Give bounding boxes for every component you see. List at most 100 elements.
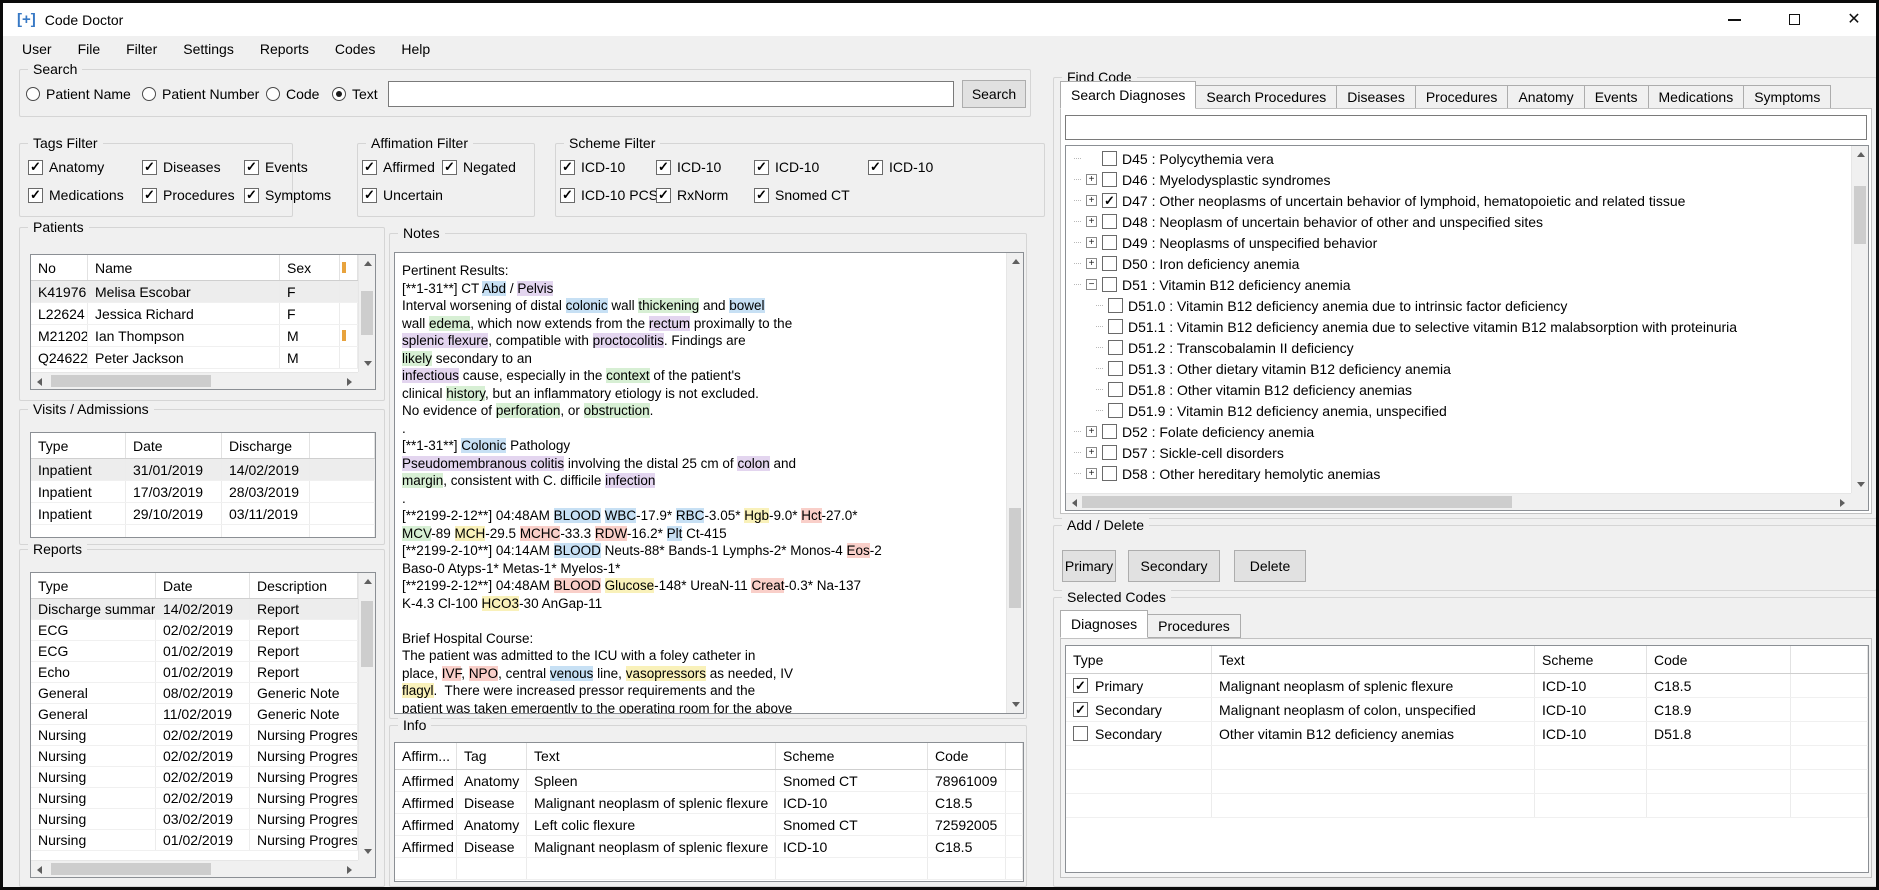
tree-node-d46[interactable]: +D46 : Myelodysplastic syndromes: [1074, 169, 1331, 190]
find-code-tab-diseases[interactable]: Diseases: [1337, 85, 1416, 109]
tree-checkbox[interactable]: [1102, 214, 1117, 229]
expand-icon[interactable]: +: [1086, 195, 1097, 206]
scroll-left-icon[interactable]: [31, 861, 48, 878]
reports-column-header-date[interactable]: Date: [156, 573, 250, 598]
scroll-up-icon[interactable]: [359, 573, 376, 590]
visits-column-header-discharge[interactable]: Discharge: [222, 433, 310, 458]
checkbox-icd-10-3[interactable]: ICD-10: [868, 159, 933, 175]
scroll-right-icon[interactable]: [341, 861, 358, 878]
patients-row[interactable]: L22624Jessica RichardF: [31, 303, 375, 325]
visits-row[interactable]: Inpatient31/01/201914/02/2019: [31, 459, 375, 481]
reports-row[interactable]: ECG02/02/2019Report: [31, 620, 375, 641]
scrollbar-thumb[interactable]: [1854, 186, 1866, 244]
scrollbar-thumb[interactable]: [51, 375, 211, 387]
menu-item-filter[interactable]: Filter: [113, 37, 170, 61]
horizontal-scrollbar[interactable]: [31, 372, 358, 389]
maximize-button[interactable]: [1786, 12, 1802, 28]
patients-column-header-no[interactable]: No: [31, 255, 88, 280]
checkbox-procedures-4[interactable]: Procedures: [142, 187, 235, 203]
menu-item-help[interactable]: Help: [388, 37, 443, 61]
selected-codes-tab-procedures[interactable]: Procedures: [1148, 614, 1241, 638]
selected-codes-column-header-text[interactable]: Text: [1212, 646, 1535, 673]
collapse-icon[interactable]: −: [1086, 279, 1097, 290]
tree-checkbox[interactable]: [1102, 172, 1117, 187]
scroll-up-icon[interactable]: [359, 255, 376, 272]
checkbox-icd-10-1[interactable]: ICD-10: [656, 159, 721, 175]
notes-textbox[interactable]: Pertinent Results:[**1-31**] CT Abd / Pe…: [394, 252, 1024, 714]
button-primary[interactable]: Primary: [1062, 550, 1116, 582]
reports-row[interactable]: Discharge summary14/02/2019Report: [31, 599, 375, 620]
reports-row[interactable]: Echo01/02/2019Report: [31, 662, 375, 683]
reports-column-header-description[interactable]: Description: [250, 573, 358, 598]
expand-icon[interactable]: +: [1086, 174, 1097, 185]
tree-node-d50[interactable]: +D50 : Iron deficiency anemia: [1074, 253, 1299, 274]
row-checkbox[interactable]: [1073, 726, 1088, 741]
tree-node-d51-1[interactable]: D51.1 : Vitamin B12 deficiency anemia du…: [1096, 316, 1737, 337]
reports-row[interactable]: General11/02/2019Generic Note: [31, 704, 375, 725]
button-delete[interactable]: Delete: [1234, 550, 1306, 582]
info-row[interactable]: AffirmedAnatomyLeft colic flexureSnomed …: [395, 814, 1023, 836]
scroll-down-icon[interactable]: [1007, 696, 1024, 713]
info-column-header-scheme[interactable]: Scheme: [776, 743, 928, 769]
tree-checkbox[interactable]: [1108, 298, 1123, 313]
radio-patient-number[interactable]: Patient Number: [142, 86, 259, 102]
vertical-scrollbar[interactable]: [358, 573, 375, 860]
scrollbar-thumb[interactable]: [1009, 508, 1021, 608]
tree-node-d58[interactable]: +D58 : Other hereditary hemolytic anemia…: [1074, 463, 1380, 484]
find-code-tab-procedures[interactable]: Procedures: [1416, 85, 1509, 109]
selected-codes-tab-diagnoses[interactable]: Diagnoses: [1060, 610, 1148, 638]
checkbox-snomed-ct-6[interactable]: Snomed CT: [754, 187, 850, 203]
menu-item-user[interactable]: User: [9, 37, 65, 61]
expand-icon[interactable]: +: [1086, 468, 1097, 479]
scroll-right-icon[interactable]: [1834, 494, 1851, 511]
selected-codes-row[interactable]: SecondaryMalignant neoplasm of colon, un…: [1066, 698, 1868, 722]
info-row[interactable]: AffirmedDiseaseMalignant neoplasm of spl…: [395, 836, 1023, 858]
info-column-header-code[interactable]: Code: [928, 743, 1006, 769]
find-code-tab-anatomy[interactable]: Anatomy: [1508, 85, 1584, 109]
patients-row[interactable]: K41976Melisa EscobarF: [31, 281, 375, 303]
checkbox-diseases-1[interactable]: Diseases: [142, 159, 221, 175]
tree-node-d52[interactable]: +D52 : Folate deficiency anemia: [1074, 421, 1314, 442]
visits-row[interactable]: Inpatient17/03/201928/03/2019: [31, 481, 375, 503]
visits-column-header-date[interactable]: Date: [126, 433, 222, 458]
search-input[interactable]: [388, 81, 954, 107]
tree-checkbox[interactable]: [1108, 361, 1123, 376]
radio-text[interactable]: Text: [332, 86, 378, 102]
expand-icon[interactable]: +: [1086, 216, 1097, 227]
scrollbar-thumb[interactable]: [1082, 496, 1512, 508]
checkbox-anatomy-0[interactable]: Anatomy: [28, 159, 104, 175]
checkbox-medications-3[interactable]: Medications: [28, 187, 124, 203]
tree-checkbox[interactable]: [1102, 235, 1117, 250]
checkbox-icd-10-2[interactable]: ICD-10: [754, 159, 819, 175]
reports-row[interactable]: Nursing02/02/2019Nursing Progress: [31, 746, 375, 767]
search-button[interactable]: Search: [962, 80, 1026, 108]
scroll-left-icon[interactable]: [1066, 494, 1083, 511]
scrollbar-thumb[interactable]: [361, 291, 373, 335]
selected-codes-column-header-code[interactable]: Code: [1647, 646, 1791, 673]
tree-node-d49[interactable]: +D49 : Neoplasms of unspecified behavior: [1074, 232, 1377, 253]
info-column-header-affirm[interactable]: Affirm...: [395, 743, 457, 769]
visits-column-header-type[interactable]: Type: [31, 433, 126, 458]
patients-row[interactable]: Q24622Peter JacksonM: [31, 347, 375, 369]
patients-column-header-name[interactable]: Name: [88, 255, 280, 280]
expand-icon[interactable]: +: [1086, 237, 1097, 248]
find-code-tab-search-procedures[interactable]: Search Procedures: [1196, 85, 1337, 109]
reports-row[interactable]: Nursing01/02/2019Nursing Progress: [31, 830, 375, 851]
info-row[interactable]: AffirmedDiseaseMalignant neoplasm of spl…: [395, 792, 1023, 814]
menu-item-settings[interactable]: Settings: [170, 37, 247, 61]
tree-node-d45[interactable]: D45 : Polycythemia vera: [1074, 148, 1274, 169]
horizontal-scrollbar[interactable]: [1066, 493, 1851, 510]
reports-row[interactable]: Nursing02/02/2019Nursing Progress: [31, 725, 375, 746]
info-column-header-tag[interactable]: Tag: [457, 743, 527, 769]
radio-patient-name[interactable]: Patient Name: [26, 86, 131, 102]
tree-node-d48[interactable]: +D48 : Neoplasm of uncertain behavior of…: [1074, 211, 1543, 232]
expand-icon[interactable]: +: [1086, 447, 1097, 458]
checkbox-icd-10-pcs-4[interactable]: ICD-10 PCS: [560, 187, 658, 203]
button-secondary[interactable]: Secondary: [1128, 550, 1220, 582]
checkbox-uncertain-2[interactable]: Uncertain: [362, 187, 443, 203]
menu-item-reports[interactable]: Reports: [247, 37, 322, 61]
scroll-up-icon[interactable]: [1007, 253, 1024, 270]
checkbox-negated-1[interactable]: Negated: [442, 159, 516, 175]
reports-row[interactable]: Nursing03/02/2019Nursing Progress: [31, 809, 375, 830]
expand-icon[interactable]: +: [1086, 258, 1097, 269]
